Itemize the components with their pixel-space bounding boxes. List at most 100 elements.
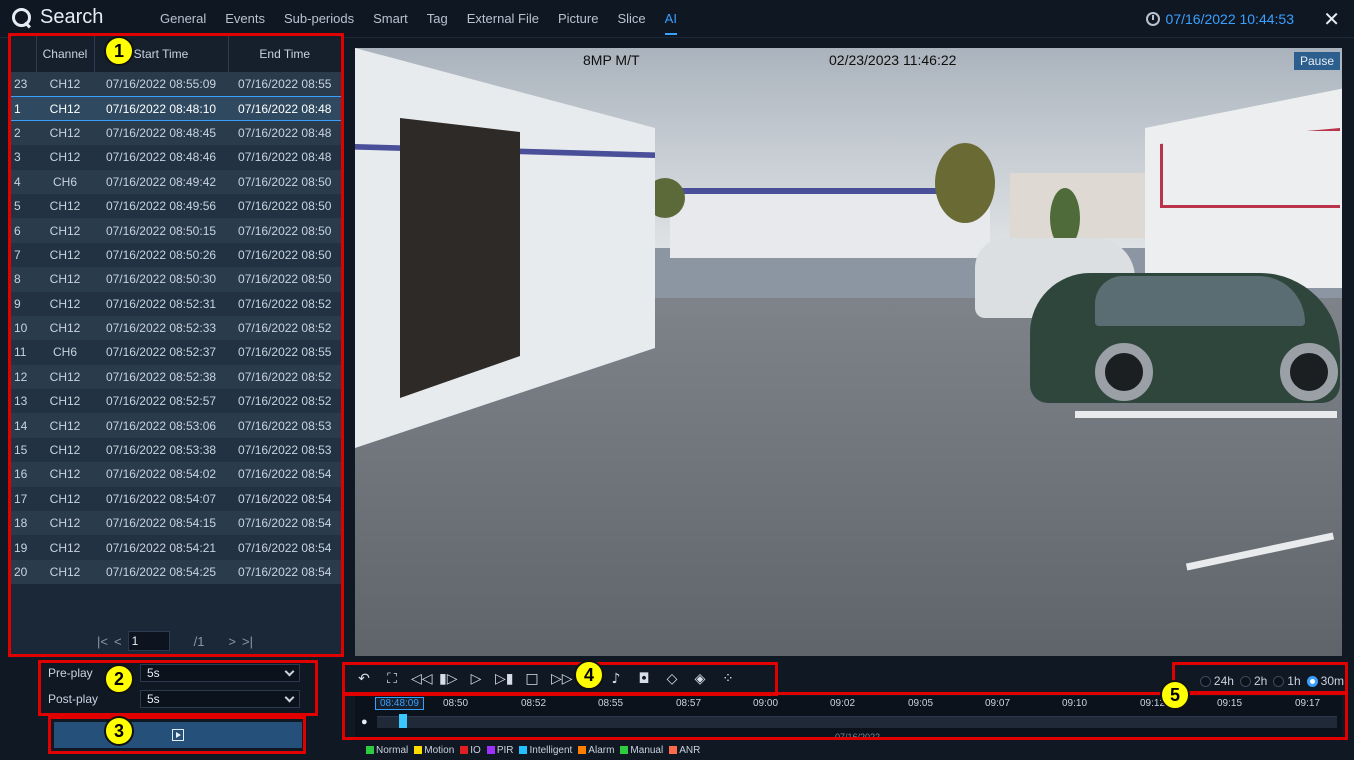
cell-end: 07/16/2022 08:52 bbox=[228, 389, 342, 414]
close-icon[interactable]: ✕ bbox=[1323, 7, 1340, 32]
range-30m[interactable]: 30m bbox=[1306, 674, 1344, 688]
table-row[interactable]: 4 CH6 07/16/2022 08:49:42 07/16/2022 08:50 bbox=[8, 169, 342, 194]
radio-icon bbox=[1199, 676, 1211, 688]
post-play-select[interactable]: 5s bbox=[140, 690, 300, 708]
tag-icon[interactable]: ◇ bbox=[663, 670, 681, 688]
cell-end: 07/16/2022 08:52 bbox=[228, 364, 342, 390]
cell-start: 07/16/2022 08:50:30 bbox=[94, 267, 228, 292]
table-row[interactable]: 11 CH6 07/16/2022 08:52:37 07/16/2022 08:55 bbox=[8, 340, 342, 365]
top-bar: Search General Events Sub-periods Smart … bbox=[0, 0, 1354, 38]
cell-start: 07/16/2022 08:52:57 bbox=[94, 389, 228, 414]
timeline-tick: 08:57 bbox=[676, 698, 702, 709]
table-row[interactable]: 19 CH12 07/16/2022 08:54:21 07/16/2022 08:5… bbox=[8, 535, 342, 560]
cell-channel: CH12 bbox=[36, 72, 94, 97]
post-play-value: 5s bbox=[147, 692, 160, 706]
timeline-cursor[interactable] bbox=[399, 714, 407, 728]
fullscreen-icon[interactable]: ⛶ bbox=[383, 670, 401, 688]
undo-icon[interactable]: ↶ bbox=[355, 670, 373, 688]
table-row[interactable]: 10 CH12 07/16/2022 08:52:33 07/16/2022 08:5… bbox=[8, 315, 342, 341]
tag-edit-icon[interactable]: ◈ bbox=[691, 670, 709, 688]
slow-icon[interactable]: ▮▷ bbox=[439, 670, 457, 688]
prev-page-icon[interactable]: < bbox=[114, 634, 122, 649]
play-selected-button[interactable] bbox=[54, 722, 302, 748]
results-table-wrapper[interactable]: Channel Start Time End Time 23 CH12 07/16/… bbox=[8, 36, 342, 612]
cell-num: 15 bbox=[8, 437, 36, 463]
cell-num: 16 bbox=[8, 462, 36, 487]
table-row[interactable]: 12 CH12 07/16/2022 08:52:38 07/16/2022 08:5… bbox=[8, 364, 342, 390]
legend-item: Intelligent bbox=[519, 745, 572, 756]
tab-tag[interactable]: Tag bbox=[427, 11, 448, 35]
pager: |< < /1 > >| bbox=[8, 630, 342, 652]
cell-num: 10 bbox=[8, 315, 36, 341]
video-parking-line bbox=[1075, 411, 1337, 418]
table-row[interactable]: 7 CH12 07/16/2022 08:50:26 07/16/2022 08:50 bbox=[8, 242, 342, 268]
range-24h[interactable]: 24h bbox=[1199, 674, 1234, 688]
pause-button[interactable]: Pause bbox=[1293, 52, 1340, 70]
cell-end: 07/16/2022 08:54 bbox=[228, 511, 342, 536]
range-2h[interactable]: 2h bbox=[1239, 674, 1267, 688]
split-icon[interactable]: ⁘ bbox=[719, 670, 737, 688]
rewind-icon[interactable]: ◁◁ bbox=[411, 670, 433, 688]
cell-start: 07/16/2022 08:52:38 bbox=[94, 364, 228, 390]
last-page-icon[interactable]: >| bbox=[242, 634, 253, 649]
timeline-tick: 09:17 bbox=[1295, 698, 1321, 709]
timeline-track[interactable] bbox=[377, 716, 1337, 728]
table-row[interactable]: 13 CH12 07/16/2022 08:52:57 07/16/2022 08:5… bbox=[8, 389, 342, 414]
table-row[interactable]: 20 CH12 07/16/2022 08:54:25 07/16/2022 08:5… bbox=[8, 559, 342, 585]
table-row[interactable]: 9 CH12 07/16/2022 08:52:31 07/16/2022 08:52 bbox=[8, 291, 342, 316]
cell-num: 12 bbox=[8, 364, 36, 390]
play-icon bbox=[172, 729, 184, 741]
cell-channel: CH12 bbox=[36, 145, 94, 170]
page-input[interactable] bbox=[127, 631, 170, 651]
datetime-text: 07/16/2022 10:44:53 bbox=[1165, 11, 1294, 27]
cell-num: 6 bbox=[8, 218, 36, 243]
pre-play-select[interactable]: 5s bbox=[140, 664, 300, 682]
tab-picture[interactable]: Picture bbox=[558, 11, 598, 35]
timeline-tick: 09:10 bbox=[1062, 698, 1088, 709]
next-page-icon[interactable]: > bbox=[228, 634, 236, 649]
cell-channel: CH12 bbox=[36, 535, 94, 560]
first-page-icon[interactable]: |< bbox=[97, 634, 108, 649]
timeline[interactable]: 08:48:09 08:50 08:52 08:55 08:57 09:00 0… bbox=[355, 696, 1342, 742]
play-icon[interactable]: ▷ bbox=[467, 670, 485, 688]
table-row[interactable]: 8 CH12 07/16/2022 08:50:30 07/16/2022 08:50 bbox=[8, 267, 342, 292]
step-icon[interactable]: ▷▮ bbox=[495, 670, 513, 688]
cell-end: 07/16/2022 08:54 bbox=[228, 535, 342, 560]
tab-general[interactable]: General bbox=[160, 11, 206, 35]
col-channel[interactable]: Channel bbox=[36, 36, 95, 72]
tab-smart[interactable]: Smart bbox=[373, 11, 408, 35]
table-row[interactable]: 23 CH12 07/16/2022 08:55:09 07/16/2022 08:5… bbox=[8, 72, 342, 97]
col-end-time[interactable]: End Time bbox=[228, 36, 342, 72]
tab-events[interactable]: Events bbox=[225, 11, 265, 35]
range-1h[interactable]: 1h bbox=[1273, 674, 1301, 688]
annotation-badge-4: 4 bbox=[574, 660, 604, 690]
tab-external-file[interactable]: External File bbox=[467, 11, 539, 35]
fast-forward-icon[interactable]: ▷▷ bbox=[551, 670, 573, 688]
brand: Search bbox=[12, 6, 103, 29]
cell-start: 07/16/2022 08:52:31 bbox=[94, 291, 228, 316]
table-row[interactable]: 17 CH12 07/16/2022 08:54:07 07/16/2022 08:5… bbox=[8, 486, 342, 512]
eye-icon[interactable]: ● bbox=[361, 716, 368, 728]
table-row[interactable]: 18 CH12 07/16/2022 08:54:15 07/16/2022 08:5… bbox=[8, 511, 342, 536]
cell-channel: CH12 bbox=[36, 291, 94, 316]
cell-end: 07/16/2022 08:50 bbox=[228, 169, 342, 194]
video-player[interactable]: 8MP M/T 02/23/2023 11:46:22 Pause bbox=[355, 48, 1342, 656]
table-row[interactable]: 2 CH12 07/16/2022 08:48:45 07/16/2022 08:48 bbox=[8, 120, 342, 146]
volume-icon[interactable]: ♪ bbox=[607, 670, 625, 688]
tab-ai[interactable]: AI bbox=[664, 11, 677, 35]
table-row[interactable]: 16 CH12 07/16/2022 08:54:02 07/16/2022 08:5… bbox=[8, 462, 342, 487]
table-row[interactable]: 14 CH12 07/16/2022 08:53:06 07/16/2022 08:5… bbox=[8, 413, 342, 438]
cell-num: 7 bbox=[8, 242, 36, 268]
table-row[interactable]: 15 CH12 07/16/2022 08:53:38 07/16/2022 08:5… bbox=[8, 437, 342, 463]
table-row[interactable]: 3 CH12 07/16/2022 08:48:46 07/16/2022 08:48 bbox=[8, 145, 342, 170]
cell-channel: CH12 bbox=[36, 120, 94, 146]
table-row[interactable]: 5 CH12 07/16/2022 08:49:56 07/16/2022 08:50 bbox=[8, 193, 342, 219]
tab-sub-periods[interactable]: Sub-periods bbox=[284, 11, 354, 35]
table-row[interactable]: 1 CH12 07/16/2022 08:48:10 07/16/2022 08:48 bbox=[8, 95, 342, 122]
snapshot-icon[interactable]: ◘ bbox=[635, 670, 653, 688]
tab-slice[interactable]: Slice bbox=[617, 11, 645, 35]
timeline-tick: 09:05 bbox=[908, 698, 934, 709]
stop-icon[interactable]: □ bbox=[523, 670, 541, 688]
timeline-tick: 09:02 bbox=[830, 698, 856, 709]
table-row[interactable]: 6 CH12 07/16/2022 08:50:15 07/16/2022 08:50 bbox=[8, 218, 342, 243]
